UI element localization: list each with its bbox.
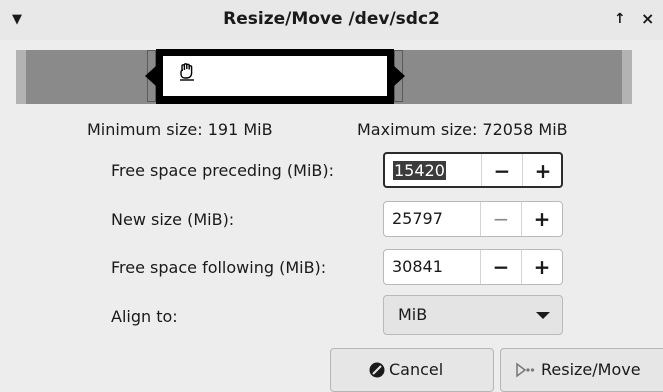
free-space-preceding-label: Free space preceding (MiB): (111, 161, 335, 180)
align-to-value[interactable]: MiB (398, 305, 427, 324)
hand-drag-icon (180, 63, 194, 81)
free-space-preceding-input[interactable]: 15420 (393, 161, 446, 180)
new-size-value[interactable]: 25797 (392, 209, 443, 228)
resize-handle-right[interactable] (394, 66, 405, 86)
partition-bar-left-edge (16, 50, 26, 104)
free-space-following-increment-button[interactable]: + (522, 250, 562, 284)
new-size-decrement-button[interactable]: − (481, 202, 521, 236)
minimum-size-label: Minimum size: 191 MiB (87, 120, 273, 139)
cancel-circle-icon (369, 362, 385, 378)
resize-move-button-label: Resize/Move (541, 360, 641, 379)
cancel-button-label: Cancel (389, 360, 444, 379)
close-icon[interactable]: × (641, 9, 654, 28)
chevron-down-icon[interactable] (536, 312, 550, 319)
window-title: Resize/Move /dev/sdc2 (223, 9, 440, 29)
free-space-following-spinner[interactable]: 30841 − + (383, 249, 563, 285)
free-space-preceding-decrement-button[interactable]: − (482, 154, 522, 186)
new-size-spinner[interactable]: 25797 − + (383, 201, 563, 237)
free-space-preceding-increment-button[interactable]: + (523, 154, 563, 186)
new-size-increment-button[interactable]: + (522, 202, 562, 236)
align-to-label: Align to: (111, 307, 178, 326)
partition-bar-right-edge (622, 50, 632, 104)
free-space-following-decrement-button[interactable]: − (481, 250, 521, 284)
arrow-up-icon[interactable]: ↑ (614, 11, 626, 27)
new-size-label: New size (MiB): (111, 210, 235, 229)
maximum-size-label: Maximum size: 72058 MiB (357, 120, 568, 139)
free-space-following-label: Free space following (MiB): (111, 258, 327, 277)
free-space-following-value[interactable]: 30841 (392, 257, 443, 276)
cancel-button[interactable]: Cancel (330, 348, 494, 392)
resize-handle-left[interactable] (145, 66, 156, 86)
align-to-dropdown[interactable]: MiB (383, 295, 563, 335)
resize-move-icon (516, 362, 535, 378)
free-space-preceding-spinner[interactable]: 15420 − + (383, 152, 563, 188)
resize-move-button[interactable]: Resize/Move (500, 348, 663, 392)
free-space-preceding-value[interactable]: 15420 (393, 161, 446, 180)
title-bar: ▼ Resize/Move /dev/sdc2 ↑ × (0, 0, 663, 40)
